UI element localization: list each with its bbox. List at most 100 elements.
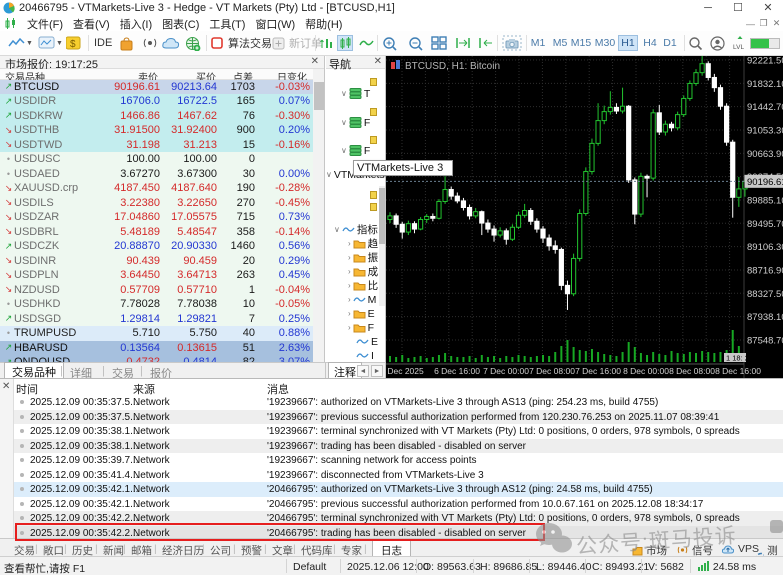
timeframe-m1[interactable]: M1 bbox=[528, 35, 548, 51]
symbol-row[interactable]: ↗HBARUSD0.135640.13615512.63% bbox=[0, 341, 313, 356]
journal-row[interactable]: 2025.12.09 00:35:38.1...Network'19239667… bbox=[14, 424, 783, 439]
close-button[interactable]: ✕ bbox=[753, 1, 783, 16]
symbol-row[interactable]: ↘NZDUSD0.577090.577101-0.04% bbox=[0, 283, 313, 298]
minimize-button[interactable]: ─ bbox=[693, 1, 723, 16]
navigator-item[interactable]: ›成 bbox=[326, 265, 386, 278]
journal-row[interactable]: 2025.12.09 00:35:37.5...Network'19239667… bbox=[14, 410, 783, 425]
market-watch-close-icon[interactable]: ✕ bbox=[311, 56, 319, 67]
tab-scroll-left-icon[interactable]: ◄ bbox=[357, 365, 369, 377]
menu-item-1[interactable]: 查看(V) bbox=[69, 16, 114, 32]
chevron-down-icon[interactable]: ∨ bbox=[341, 146, 347, 155]
chevron-right-icon[interactable]: › bbox=[348, 239, 351, 248]
chevron-down-icon[interactable]: ∨ bbox=[341, 118, 347, 127]
maximize-button[interactable]: ☐ bbox=[723, 1, 753, 16]
journal-row[interactable]: 2025.12.09 00:35:38.1...Network'19239667… bbox=[14, 439, 783, 454]
menu-item-3[interactable]: 图表(C) bbox=[158, 16, 203, 32]
symbol-row[interactable]: •USDHKD7.780287.7803810-0.05% bbox=[0, 297, 313, 312]
symbol-row[interactable]: ↗USDKRW1466.861467.6276-0.30% bbox=[0, 109, 313, 124]
timeframe-h4[interactable]: H4 bbox=[640, 35, 660, 51]
tab-scroll-right-icon[interactable]: ► bbox=[371, 365, 383, 377]
symbol-row[interactable]: ↗USDIDR16706.016722.51650.07% bbox=[0, 94, 313, 109]
child-minimize-button[interactable]: — bbox=[744, 19, 757, 29]
toolbox-panel-vps[interactable]: VPS bbox=[721, 543, 759, 555]
chevron-right-icon[interactable]: › bbox=[348, 267, 351, 276]
tile-windows-button[interactable] bbox=[431, 34, 447, 52]
chevron-down-icon[interactable]: ∨ bbox=[341, 89, 347, 98]
navigator-item[interactable]: ›趋 bbox=[326, 237, 386, 250]
journal-row[interactable]: 2025.12.09 00:35:37.5...Network'19239667… bbox=[14, 395, 783, 410]
navigator-item[interactable]: ›M bbox=[326, 293, 386, 306]
timeframe-m30[interactable]: M30 bbox=[592, 35, 618, 51]
menu-item-0[interactable]: 文件(F) bbox=[23, 16, 67, 32]
chevron-right-icon[interactable]: › bbox=[348, 295, 351, 304]
navigator-item[interactable]: I bbox=[326, 349, 386, 362]
symbol-row[interactable]: ↘USDTWD31.19831.21315-0.16% bbox=[0, 138, 313, 153]
profile-charts-button[interactable]: ▼ bbox=[8, 34, 33, 52]
zoom-in-button[interactable] bbox=[382, 34, 398, 52]
chevron-right-icon[interactable]: › bbox=[348, 309, 351, 318]
symbol-row[interactable]: ↗USDSGD1.298141.2982170.25% bbox=[0, 312, 313, 327]
vps-button[interactable] bbox=[162, 34, 180, 52]
menu-item-6[interactable]: 帮助(H) bbox=[301, 16, 346, 32]
child-restore-button[interactable]: ❐ bbox=[757, 18, 770, 29]
chart-area[interactable]: 92221.5091832.1091442.7091053.3090663.90… bbox=[386, 56, 783, 378]
navigator-item[interactable]: ›振 bbox=[326, 251, 386, 264]
signals-button[interactable] bbox=[142, 34, 158, 52]
navigator-item[interactable]: ∨F bbox=[326, 116, 386, 129]
navigator-item[interactable]: ∨T bbox=[326, 87, 386, 100]
symbol-row[interactable]: •TRUMPUSD5.7105.750400.88% bbox=[0, 326, 313, 341]
symbol-row[interactable]: ↘USDBRL5.481895.48547358-0.14% bbox=[0, 225, 313, 240]
navigator-item[interactable]: ∨指标 bbox=[326, 223, 386, 236]
journal-row[interactable]: 2025.12.09 00:35:39.7...Network'19239667… bbox=[14, 453, 783, 468]
navigator-item[interactable]: ∨F bbox=[326, 144, 386, 157]
timeframe-d1[interactable]: D1 bbox=[660, 35, 680, 51]
symbol-row[interactable]: ↘USDILS3.223803.22650270-0.45% bbox=[0, 196, 313, 211]
chevron-down-icon[interactable]: ∨ bbox=[326, 170, 332, 179]
zoom-out-button[interactable] bbox=[408, 34, 424, 52]
menu-item-2[interactable]: 插入(I) bbox=[116, 16, 156, 32]
navigator-item[interactable]: ›比 bbox=[326, 279, 386, 292]
symbol-row[interactable]: ↘USDTHB31.9150031.924009000.20% bbox=[0, 123, 313, 138]
algo-trading-button[interactable]: 算法交易 bbox=[211, 34, 272, 52]
navigator-item[interactable] bbox=[326, 200, 386, 213]
auto-scroll-button[interactable] bbox=[478, 34, 494, 52]
symbol-row[interactable]: •USDUSC100.00100.000 bbox=[0, 152, 313, 167]
symbol-row[interactable]: ↗BTCUSD90196.6190213.641703-0.03% bbox=[0, 80, 313, 95]
journal-close-icon[interactable]: ✕ bbox=[2, 381, 10, 392]
search-icon[interactable] bbox=[688, 34, 703, 52]
market-watch-scrollbar[interactable] bbox=[313, 69, 325, 362]
timeframe-h1[interactable]: H1 bbox=[618, 35, 638, 51]
candlestick-chart-button[interactable] bbox=[337, 34, 353, 52]
journal-row[interactable]: 2025.12.09 00:35:42.1...Network'20466795… bbox=[14, 482, 783, 497]
market-button[interactable] bbox=[119, 34, 134, 52]
chevron-right-icon[interactable]: › bbox=[348, 281, 351, 290]
navigator-item[interactable]: E bbox=[326, 335, 386, 348]
ide-button[interactable]: IDE bbox=[94, 34, 112, 52]
journal-row[interactable]: 2025.12.09 00:35:42.1...Network'20466795… bbox=[14, 497, 783, 512]
currency-button[interactable]: $ bbox=[66, 34, 81, 52]
chevron-down-icon[interactable]: ∨ bbox=[334, 225, 340, 234]
symbol-row[interactable]: ↘USDZAR17.0486017.055757150.73% bbox=[0, 210, 313, 225]
indicators-button[interactable]: ▼ bbox=[38, 34, 63, 52]
symbol-row[interactable]: ↘USDPLN3.644503.647132630.45% bbox=[0, 268, 313, 283]
symbol-row[interactable]: ↘USDINR90.43990.459200.29% bbox=[0, 254, 313, 269]
bar-chart-button[interactable] bbox=[320, 34, 334, 52]
shift-end-button[interactable] bbox=[455, 34, 471, 52]
symbol-row[interactable]: ↗USDCZK20.8887020.9033014600.56% bbox=[0, 239, 313, 254]
line-chart-button[interactable] bbox=[359, 34, 375, 52]
screenshot-button[interactable] bbox=[502, 34, 522, 52]
chevron-right-icon[interactable]: › bbox=[348, 323, 351, 332]
timeframe-m5[interactable]: M5 bbox=[550, 35, 570, 51]
menu-item-4[interactable]: 工具(T) bbox=[205, 16, 249, 32]
chevron-right-icon[interactable]: › bbox=[348, 253, 351, 262]
codebase-button[interactable] bbox=[185, 34, 201, 52]
navigator-scrollbar[interactable] bbox=[379, 186, 386, 306]
navigator-close-icon[interactable]: ✕ bbox=[374, 56, 382, 67]
symbol-row[interactable]: ↗ONDOUSD0.47320.4814823.07% bbox=[0, 355, 313, 362]
account-icon[interactable] bbox=[710, 34, 725, 52]
navigator-item[interactable]: ›E bbox=[326, 307, 386, 320]
journal-row[interactable]: 2025.12.09 00:35:41.4...Network'19239667… bbox=[14, 468, 783, 483]
child-close-button[interactable]: ✕ bbox=[770, 18, 783, 29]
navigator-item[interactable]: ›F bbox=[326, 321, 386, 334]
timeframe-m15[interactable]: M15 bbox=[568, 35, 594, 51]
